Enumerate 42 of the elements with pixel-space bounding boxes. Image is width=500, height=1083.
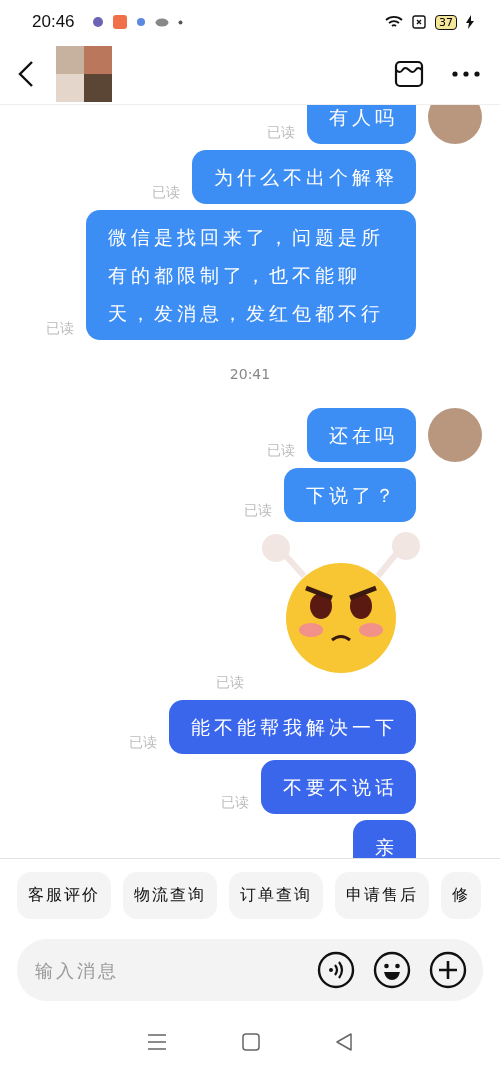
charging-icon [466,15,474,29]
back-icon[interactable] [18,61,34,87]
user-avatar[interactable] [428,105,482,144]
quick-reply-chip[interactable]: 修 [441,871,481,919]
user-avatar[interactable] [428,408,482,462]
read-receipt: 已读 [152,184,180,202]
circle-app-icon [91,16,104,28]
battery-level: 37 [435,14,457,30]
dot-icon [177,19,183,25]
store-icon[interactable] [394,60,424,88]
emoji-icon[interactable] [373,951,411,989]
wifi-icon [385,15,403,29]
square-app-icon [112,15,127,29]
message-bubble: 有人吗 [307,105,416,144]
back-triangle-icon[interactable] [336,1033,352,1051]
read-receipt: 已读 [129,734,157,752]
message-bubble: 亲 [353,820,416,858]
voice-icon[interactable] [317,951,355,989]
read-receipt: 已读 [46,320,74,338]
avatar-image [56,46,112,102]
sim-off-icon [412,15,426,29]
read-receipt: 已读 [221,794,249,812]
quick-reply-chip[interactable]: 客服评价 [17,871,111,919]
add-icon[interactable] [429,951,467,989]
message-bubble: 为什么不出个解释 [192,150,416,204]
quick-reply-chip[interactable]: 物流查询 [123,871,217,919]
more-icon[interactable] [452,71,480,77]
menu-icon[interactable] [148,1034,166,1050]
message-bubble: 微信是找回来了，问题是所有的都限制了，也不能聊天，发消息，发红包都不行 [86,210,416,340]
quick-reply-chip[interactable]: 订单查询 [229,871,323,919]
read-receipt: 已读 [216,674,244,692]
message-bubble: 不要不说话 [261,760,416,814]
status-time: 20:46 [32,12,75,32]
message-bubble: 能不能帮我解决一下 [169,700,416,754]
message-bubble: 还在吗 [307,408,416,462]
read-receipt: 已读 [267,442,295,460]
message-bubble: 下说了？ [284,468,416,522]
read-receipt: 已读 [267,124,295,142]
quick-reply-chip[interactable]: 申请售后 [335,871,429,919]
home-icon[interactable] [242,1033,260,1051]
read-receipt: 已读 [244,502,272,520]
timestamp: 20:41 [228,365,272,384]
